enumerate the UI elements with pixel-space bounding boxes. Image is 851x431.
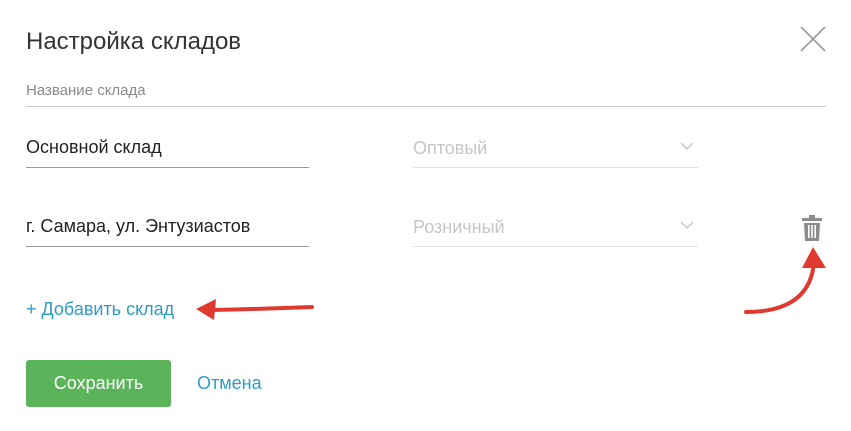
delete-warehouse-button[interactable] xyxy=(801,215,823,241)
annotation-arrow-curved xyxy=(744,247,826,314)
add-warehouse-link[interactable]: + Добавить склад xyxy=(26,299,174,320)
warehouse-settings-dialog: Настройка складов Название склада Оптовы… xyxy=(0,0,851,431)
save-button[interactable]: Сохранить xyxy=(26,360,171,407)
close-button[interactable] xyxy=(800,26,826,52)
chevron-down-icon xyxy=(680,142,694,151)
warehouse-name-input-1[interactable] xyxy=(26,128,309,168)
warehouse-type-select-2[interactable]: Розничный xyxy=(413,207,698,247)
header-divider xyxy=(26,106,826,107)
column-label-warehouse-name: Название склада xyxy=(26,82,146,99)
annotation-arrow-left xyxy=(196,299,314,320)
warehouse-name-input-2[interactable] xyxy=(26,207,309,247)
warehouse-type-select-1[interactable]: Оптовый xyxy=(413,128,698,168)
warehouse-type-value-1: Оптовый xyxy=(413,138,488,158)
chevron-down-icon xyxy=(680,221,694,230)
warehouse-type-value-2: Розничный xyxy=(413,217,505,237)
close-icon xyxy=(800,26,826,52)
cancel-link[interactable]: Отмена xyxy=(197,373,262,394)
trash-icon xyxy=(802,215,822,241)
dialog-title: Настройка складов xyxy=(26,28,242,55)
